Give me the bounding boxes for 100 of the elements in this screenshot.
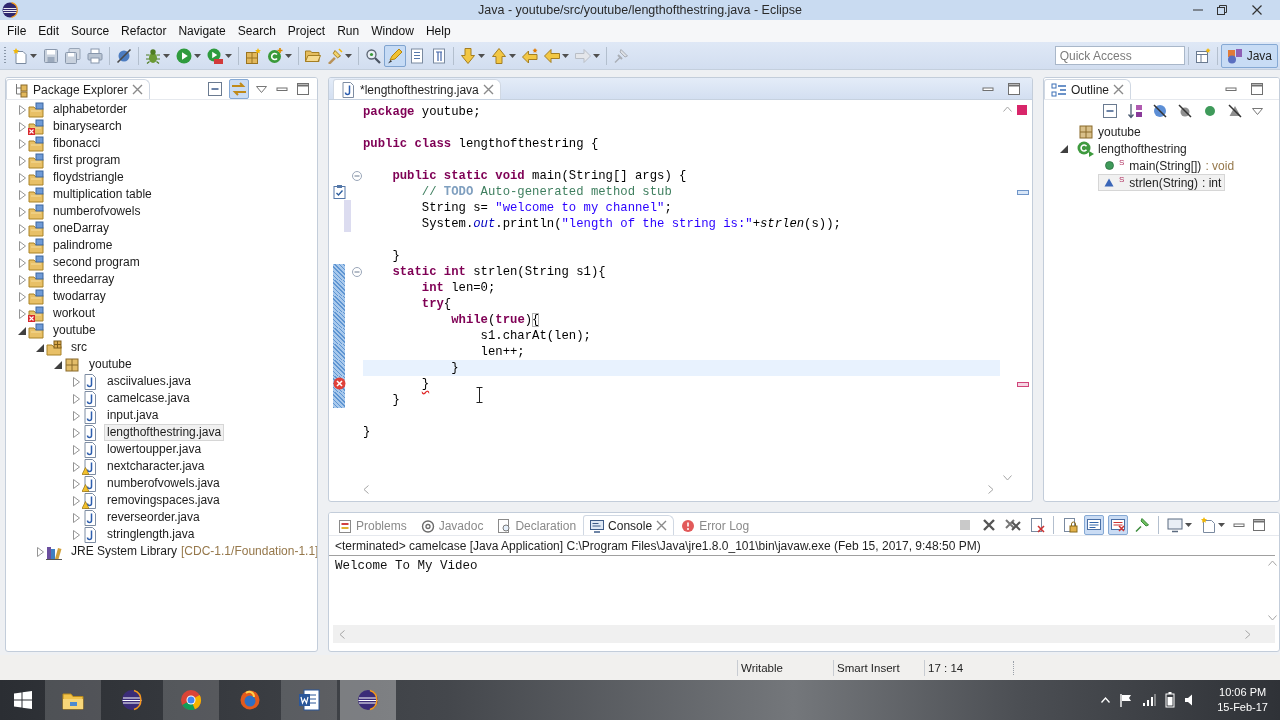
- expand-arrow-icon[interactable]: [18, 308, 26, 319]
- expand-arrow-icon[interactable]: [18, 121, 26, 132]
- maximize-view-button[interactable]: [1006, 81, 1022, 97]
- expand-arrow-icon[interactable]: [72, 393, 80, 404]
- collapse-all-button[interactable]: [1100, 101, 1120, 121]
- expand-arrow-icon[interactable]: [18, 155, 26, 166]
- monitor-button[interactable]: [1165, 515, 1194, 535]
- new-page-button[interactable]: [1198, 515, 1227, 535]
- outline-item[interactable]: S strlen(String) : int: [1098, 174, 1226, 191]
- tree-item[interactable]: twodarray: [50, 288, 109, 305]
- expand-arrow-icon[interactable]: [72, 495, 80, 506]
- expand-arrow-icon[interactable]: [72, 444, 80, 455]
- chevron-up-icon[interactable]: [1101, 697, 1111, 703]
- menu-item[interactable]: Search: [231, 22, 282, 40]
- close-icon[interactable]: [131, 84, 143, 95]
- tree-item[interactable]: youtube: [50, 322, 99, 339]
- close-icon[interactable]: [482, 84, 494, 95]
- output-page-button[interactable]: [1084, 515, 1104, 535]
- tree-item[interactable]: alphabetorder: [50, 101, 131, 118]
- taskbar-app-button[interactable]: [281, 680, 337, 720]
- expand-arrow-icon[interactable]: [18, 240, 26, 251]
- menu-item[interactable]: Run: [331, 22, 366, 40]
- clock[interactable]: 10:06 PM 15-Feb-17: [1217, 685, 1268, 715]
- tree-item[interactable]: floydstriangle: [50, 169, 127, 186]
- fold-minus-icon[interactable]: [352, 171, 362, 181]
- expand-arrow-icon[interactable]: [18, 257, 26, 268]
- menu-item[interactable]: Help: [419, 22, 457, 40]
- close-icon[interactable]: [1113, 84, 1125, 95]
- expand-arrow-icon[interactable]: [72, 410, 80, 421]
- collapse-all-button[interactable]: [206, 80, 224, 98]
- view-tab[interactable]: Declaration: [490, 515, 584, 535]
- flag-icon[interactable]: [1119, 693, 1134, 707]
- tree-item[interactable]: nextcharacter.java: [104, 458, 208, 475]
- menu-item[interactable]: Project: [281, 22, 332, 40]
- sort-arrow-button[interactable]: [1125, 101, 1145, 121]
- expand-arrow-icon[interactable]: [72, 376, 80, 387]
- tree-item[interactable]: youtube: [86, 356, 135, 373]
- tree-item[interactable]: JRE System Library [CDC-1.1/Foundation-1.1]: [68, 543, 317, 560]
- collapse-arrow-icon[interactable]: [18, 326, 26, 335]
- tree-item[interactable]: numberofvowels.java: [104, 475, 223, 492]
- signal-bars-icon[interactable]: [1142, 693, 1157, 707]
- pencil-button[interactable]: [384, 44, 406, 67]
- expand-arrow-icon[interactable]: [72, 461, 80, 472]
- battery-icon[interactable]: [1165, 692, 1176, 708]
- expand-arrow-icon[interactable]: [36, 546, 44, 557]
- editor-tab[interactable]: *lengthofthestring.java: [333, 79, 501, 99]
- expand-arrow-icon[interactable]: [18, 274, 26, 285]
- expand-arrow-icon[interactable]: [18, 172, 26, 183]
- expand-arrow-icon[interactable]: [18, 206, 26, 217]
- maximize-view-button[interactable]: [1249, 81, 1265, 97]
- tree-item[interactable]: stringlength.java: [104, 526, 198, 543]
- collapse-arrow-icon[interactable]: [54, 360, 62, 369]
- maximize-view-button[interactable]: [295, 81, 311, 97]
- menu-item[interactable]: Refactor: [115, 22, 173, 40]
- view-menu-button[interactable]: [1250, 105, 1265, 117]
- expand-arrow-icon[interactable]: [72, 427, 80, 438]
- menu-item[interactable]: Window: [365, 22, 420, 40]
- close-icon[interactable]: [656, 520, 668, 531]
- expand-arrow-icon[interactable]: [18, 189, 26, 200]
- expand-arrow-icon[interactable]: [72, 529, 80, 540]
- view-tab[interactable]: Problems: [331, 515, 414, 535]
- expand-arrow-icon[interactable]: [72, 512, 80, 523]
- tree-item[interactable]: second program: [50, 254, 143, 271]
- tree-item[interactable]: camelcase.java: [104, 390, 193, 407]
- perspective-button[interactable]: Java: [1220, 43, 1278, 68]
- expand-arrow-icon[interactable]: [18, 223, 26, 234]
- tree-item[interactable]: workout: [50, 305, 99, 322]
- expand-arrow-icon[interactable]: [18, 104, 26, 115]
- tree-item[interactable]: numberofvowels: [50, 203, 144, 220]
- menu-item[interactable]: Navigate: [172, 22, 232, 40]
- maximize-view-button[interactable]: [1251, 517, 1267, 533]
- view-tab[interactable]: Javadoc: [413, 515, 491, 535]
- expand-arrow-icon[interactable]: [18, 291, 26, 302]
- outline-item[interactable]: lengthofthestring: [1075, 140, 1191, 157]
- menu-item[interactable]: Edit: [32, 22, 66, 40]
- menu-item[interactable]: File: [1, 22, 33, 40]
- error-page-button[interactable]: [1108, 515, 1128, 535]
- view-tab[interactable]: Outline: [1044, 79, 1132, 99]
- tree-item[interactable]: lengthofthestring.java: [104, 424, 225, 441]
- tree-item[interactable]: input.java: [104, 407, 162, 424]
- expand-arrow-icon[interactable]: [18, 138, 26, 149]
- quick-access-field[interactable]: Quick Access: [1054, 46, 1185, 65]
- tree-item[interactable]: binarysearch: [50, 118, 125, 135]
- taskbar-app-button[interactable]: [340, 680, 396, 720]
- collapse-arrow-icon[interactable]: [36, 343, 44, 352]
- taskbar-app-button[interactable]: [45, 680, 101, 720]
- expand-arrow-icon[interactable]: [72, 478, 80, 489]
- fold-minus-icon[interactable]: [352, 267, 362, 277]
- tree-item[interactable]: oneDarray: [50, 220, 113, 237]
- tree-item[interactable]: fibonacci: [50, 135, 104, 152]
- tree-item[interactable]: lowertoupper.java: [104, 441, 205, 458]
- tree-item[interactable]: palindrome: [50, 237, 116, 254]
- tree-item[interactable]: src: [68, 339, 90, 356]
- tree-item[interactable]: threedarray: [50, 271, 118, 288]
- view-tab[interactable]: Error Log: [674, 515, 757, 535]
- menu-item[interactable]: Source: [65, 22, 116, 40]
- taskbar-app-button[interactable]: [163, 680, 219, 720]
- outline-item[interactable]: S main(String[]) : void: [1098, 157, 1239, 174]
- view-tab[interactable]: Package Explorer: [6, 79, 150, 99]
- link-with-editor-button[interactable]: [229, 79, 249, 99]
